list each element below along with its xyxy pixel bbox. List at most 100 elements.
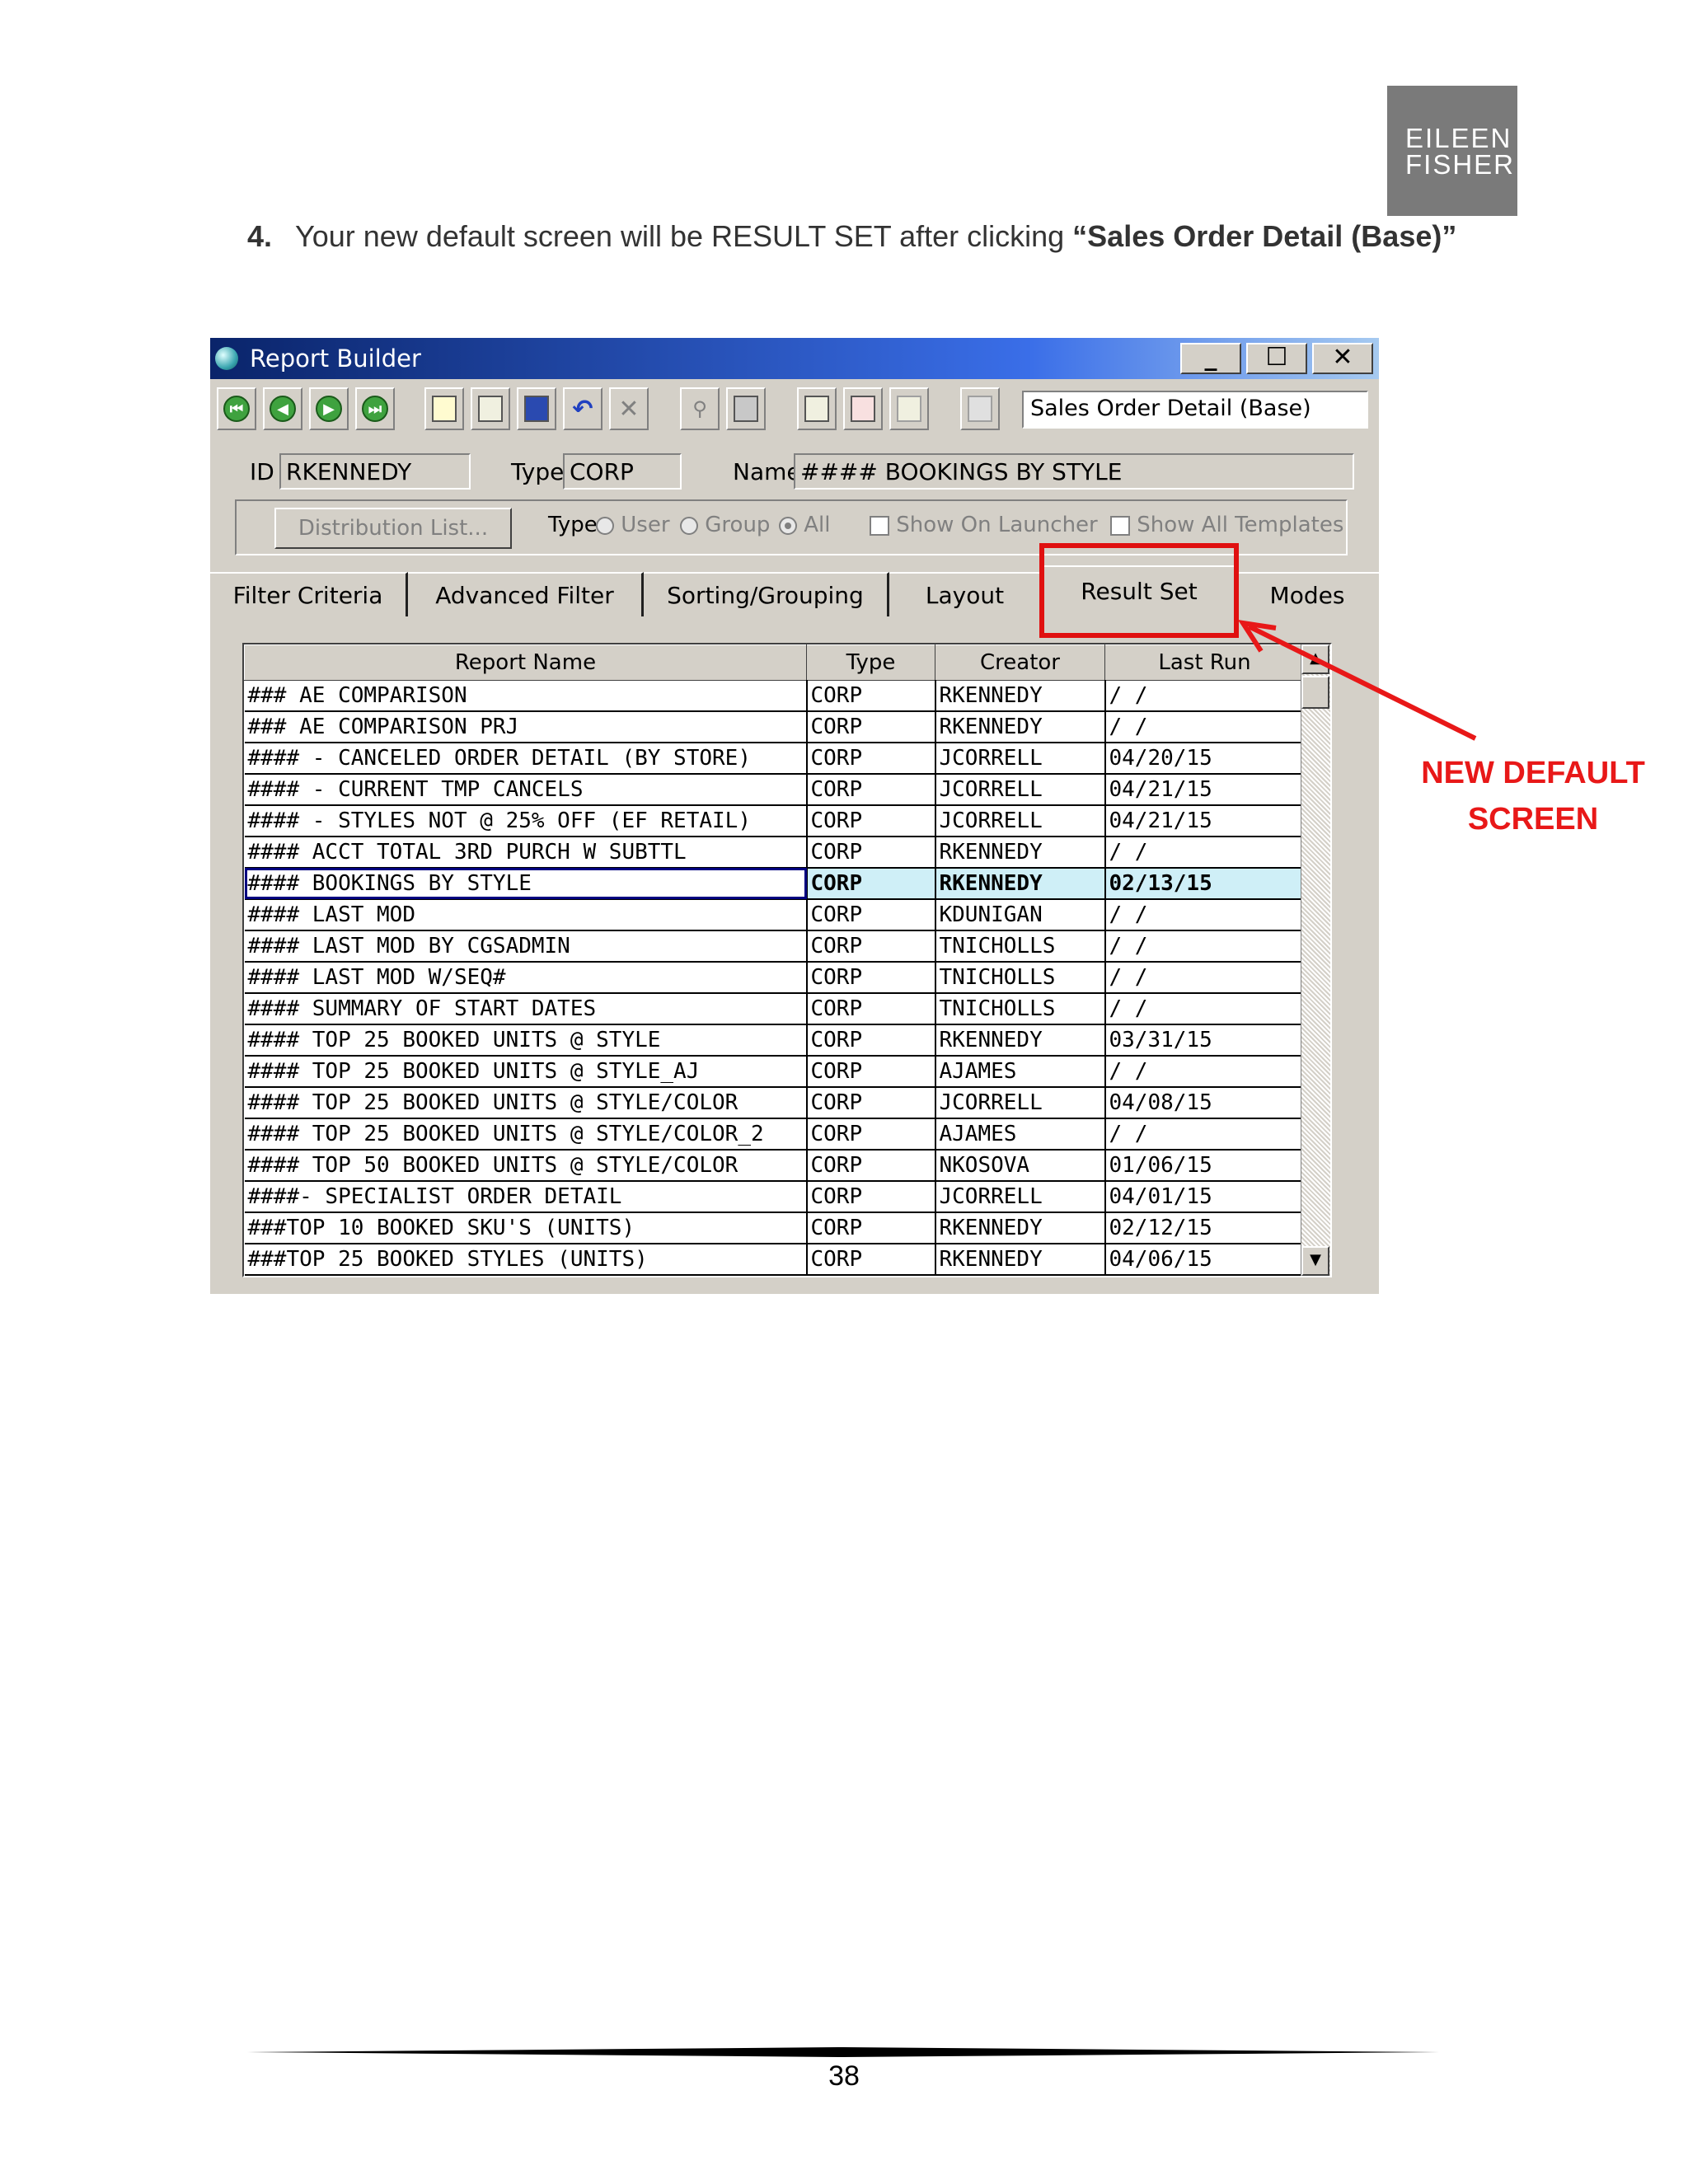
cell-type[interactable]: CORP	[806, 680, 936, 712]
cell-last-run[interactable]: / /	[1104, 711, 1306, 743]
table-row[interactable]: ### AE COMPARISON CORP RKENNEDY / /	[244, 680, 1306, 712]
cell-type[interactable]: CORP	[806, 1181, 936, 1213]
previous-record-button[interactable]: ◀	[263, 387, 302, 430]
cell-type[interactable]: CORP	[806, 1087, 936, 1119]
table-row[interactable]: #### - CANCELED ORDER DETAIL (BY STORE) C…	[244, 743, 1306, 775]
radio-group[interactable]: Group	[680, 513, 770, 537]
name-field[interactable]: #### BOOKINGS BY STYLE	[794, 453, 1354, 490]
cell-report-name[interactable]: ####- SPECIALIST ORDER DETAIL	[244, 1181, 808, 1213]
cell-type[interactable]: CORP	[806, 899, 936, 931]
column-header-creator[interactable]: Creator	[935, 644, 1105, 681]
vertical-scrollbar[interactable]: ▲ ▼	[1301, 644, 1330, 1276]
radio-group-circle[interactable]	[680, 516, 698, 535]
cell-report-name[interactable]: ###TOP 10 BOOKED SKU'S (UNITS)	[244, 1212, 808, 1244]
radio-user-circle[interactable]	[596, 516, 614, 535]
copy-button[interactable]	[471, 387, 510, 430]
table-row[interactable]: ### AE COMPARISON PRJ CORP RKENNEDY / /	[244, 711, 1306, 743]
cell-report-name[interactable]: ###TOP 25 BOOKED STYLES (UNITS)	[244, 1244, 808, 1276]
cell-last-run[interactable]: / /	[1104, 1056, 1306, 1088]
table-row[interactable]: #### LAST MOD W/SEQ# CORP TNICHOLLS / /	[244, 962, 1306, 994]
print-button[interactable]	[726, 387, 766, 430]
cell-last-run[interactable]: / /	[1104, 899, 1306, 931]
cell-type[interactable]: CORP	[806, 1024, 936, 1057]
calculator-button[interactable]	[960, 387, 1000, 430]
table-row[interactable]: ###TOP 25 BOOKED STYLES (UNITS) CORP RKENN…	[244, 1244, 1306, 1276]
cell-creator[interactable]: TNICHOLLS	[935, 930, 1106, 963]
cell-type[interactable]: CORP	[806, 743, 936, 775]
column-header-type[interactable]: Type	[806, 644, 935, 681]
cell-creator[interactable]: KDUNIGAN	[935, 899, 1106, 931]
cell-report-name[interactable]: #### - CURRENT TMP CANCELS	[244, 774, 808, 806]
table-row[interactable]: ###TOP 10 BOOKED SKU'S (UNITS) CORP RKENNE…	[244, 1212, 1306, 1244]
cell-creator[interactable]: RKENNEDY	[935, 868, 1106, 900]
cell-last-run[interactable]: 04/20/15	[1104, 743, 1306, 775]
cell-report-name[interactable]: #### TOP 25 BOOKED UNITS @ STYLE/COLOR_2	[244, 1118, 808, 1151]
scroll-up-button[interactable]: ▲	[1301, 644, 1329, 674]
cell-report-name[interactable]: #### LAST MOD W/SEQ#	[244, 962, 808, 994]
cell-type[interactable]: CORP	[806, 1212, 936, 1244]
cell-type[interactable]: CORP	[806, 837, 936, 869]
cell-report-name[interactable]: #### - CANCELED ORDER DETAIL (BY STORE)	[244, 743, 808, 775]
cell-creator[interactable]: RKENNEDY	[935, 837, 1106, 869]
cell-report-name[interactable]: #### ACCT TOTAL 3RD PURCH W SUBTTL	[244, 837, 808, 869]
cell-type[interactable]: CORP	[806, 930, 936, 963]
cell-last-run[interactable]: / /	[1104, 930, 1306, 963]
id-field[interactable]: RKENNEDY	[279, 453, 471, 490]
cell-last-run[interactable]: / /	[1104, 837, 1306, 869]
radio-user[interactable]: User	[596, 513, 670, 537]
table-row[interactable]: #### TOP 25 BOOKED UNITS @ STYLE/COLOR CO…	[244, 1087, 1306, 1119]
cell-last-run[interactable]: 03/31/15	[1104, 1024, 1306, 1057]
cell-last-run[interactable]: / /	[1104, 1118, 1306, 1151]
cell-last-run[interactable]: 04/21/15	[1104, 805, 1306, 837]
column-header-report-name[interactable]: Report Name	[244, 644, 807, 681]
cell-type[interactable]: CORP	[806, 711, 936, 743]
cell-creator[interactable]: AJAMES	[935, 1118, 1106, 1151]
table-row[interactable]: #### ACCT TOTAL 3RD PURCH W SUBTTL CORP RK…	[244, 837, 1306, 869]
export-button[interactable]	[889, 387, 929, 430]
cell-creator[interactable]: JCORRELL	[935, 1087, 1106, 1119]
maximize-button[interactable]: ☐	[1246, 343, 1307, 374]
new-button[interactable]	[424, 387, 464, 430]
cell-last-run[interactable]: 04/06/15	[1104, 1244, 1306, 1276]
distribution-list-button[interactable]: Distribution List...	[274, 508, 512, 549]
show-all-templates-checkbox[interactable]	[1110, 515, 1130, 536]
cell-type[interactable]: CORP	[806, 1150, 936, 1182]
cell-creator[interactable]: NKOSOVA	[935, 1150, 1106, 1182]
table-row[interactable]: #### TOP 25 BOOKED UNITS @ STYLE_AJ CORP A…	[244, 1056, 1306, 1088]
next-record-button[interactable]: ▶	[309, 387, 349, 430]
cell-report-name[interactable]: #### TOP 50 BOOKED UNITS @ STYLE/COLOR	[244, 1150, 808, 1182]
report-template-select[interactable]: Sales Order Detail (Base)	[1022, 391, 1368, 429]
cell-report-name[interactable]: #### TOP 25 BOOKED UNITS @ STYLE/COLOR	[244, 1087, 808, 1119]
cell-report-name[interactable]: #### TOP 25 BOOKED UNITS @ STYLE_AJ	[244, 1056, 808, 1088]
cell-last-run[interactable]: / /	[1104, 962, 1306, 994]
cell-report-name[interactable]: #### LAST MOD BY CGSADMIN	[244, 930, 808, 963]
cell-creator[interactable]: TNICHOLLS	[935, 993, 1106, 1025]
show-all-templates-option[interactable]: Show All Templates	[1110, 513, 1343, 537]
cell-type[interactable]: CORP	[806, 1244, 936, 1276]
scroll-thumb[interactable]	[1301, 676, 1329, 709]
preview-button[interactable]	[843, 387, 883, 430]
cell-creator[interactable]: RKENNEDY	[935, 711, 1106, 743]
table-row[interactable]: #### TOP 25 BOOKED UNITS @ STYLE CORP RKEN…	[244, 1024, 1306, 1057]
cell-last-run[interactable]: / /	[1104, 993, 1306, 1025]
cell-creator[interactable]: JCORRELL	[935, 774, 1106, 806]
save-button[interactable]	[517, 387, 556, 430]
cell-report-name[interactable]: ### AE COMPARISON PRJ	[244, 711, 808, 743]
show-on-launcher-checkbox[interactable]	[870, 515, 889, 536]
find-button[interactable]: ⚲	[680, 387, 720, 430]
cell-last-run[interactable]: 01/06/15	[1104, 1150, 1306, 1182]
table-row[interactable]: #### LAST MOD BY CGSADMIN CORP TNICHOLLS / …	[244, 930, 1306, 963]
cell-report-name[interactable]: #### BOOKINGS BY STYLE	[244, 868, 808, 900]
tab-sorting-grouping[interactable]: Sorting/Grouping	[644, 572, 889, 616]
column-header-last-run[interactable]: Last Run	[1104, 644, 1305, 681]
undo-button[interactable]: ↶	[563, 387, 603, 430]
table-row[interactable]: #### BOOKINGS BY STYLE CORP RKENNEDY 02/13/…	[244, 868, 1306, 900]
cell-last-run[interactable]: 02/12/15	[1104, 1212, 1306, 1244]
close-button[interactable]: ✕	[1312, 343, 1373, 374]
tab-filter-criteria[interactable]: Filter Criteria	[210, 572, 408, 616]
cell-creator[interactable]: JCORRELL	[935, 743, 1106, 775]
cell-type[interactable]: CORP	[806, 774, 936, 806]
cell-report-name[interactable]: ### AE COMPARISON	[244, 680, 808, 712]
cell-creator[interactable]: JCORRELL	[935, 1181, 1106, 1213]
cell-creator[interactable]: RKENNEDY	[935, 1024, 1106, 1057]
